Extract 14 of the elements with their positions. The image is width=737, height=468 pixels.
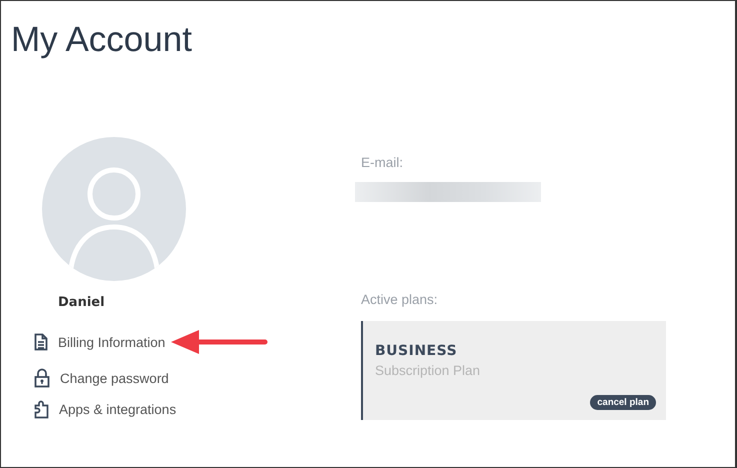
menu-link[interactable]: Billing Information bbox=[34, 333, 166, 351]
menu-link[interactable]: Change password bbox=[34, 368, 169, 388]
document-icon bbox=[34, 333, 48, 351]
menu-link[interactable]: Apps & integrations bbox=[34, 400, 176, 419]
plan-name: BUSINESS bbox=[375, 343, 458, 359]
plans-label: Active plans: bbox=[361, 292, 439, 307]
cancel-plan-button[interactable]: cancel plan bbox=[590, 395, 656, 410]
page-title: My Account bbox=[11, 19, 193, 61]
lock-icon bbox=[34, 368, 50, 388]
plan-type: Subscription Plan bbox=[375, 363, 482, 378]
avatar-icon bbox=[42, 137, 186, 281]
email-label: E-mail: bbox=[361, 155, 404, 170]
puzzle-icon bbox=[34, 400, 49, 419]
user-name: Daniel bbox=[58, 295, 106, 310]
